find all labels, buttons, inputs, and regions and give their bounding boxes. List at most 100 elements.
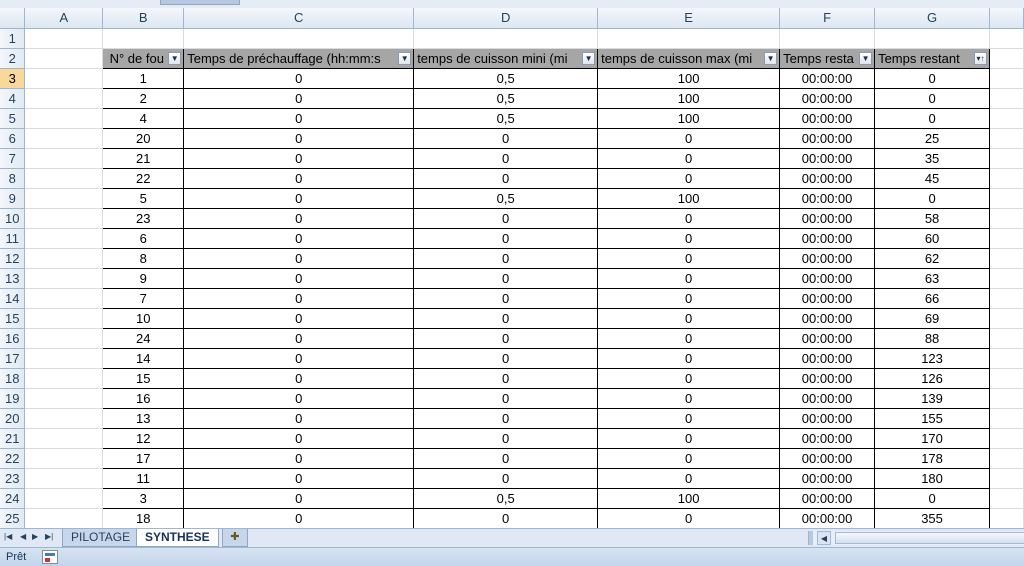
row-header[interactable]: 11	[0, 228, 26, 249]
cell-f[interactable]: 00:00:00	[779, 287, 876, 309]
cell-b[interactable]: 13	[102, 407, 185, 429]
empty-cell[interactable]	[24, 68, 104, 89]
empty-cell[interactable]	[24, 468, 104, 489]
cell-d[interactable]: 0,5	[413, 67, 599, 89]
table-header-cell[interactable]: Temps resta ▼	[779, 47, 876, 69]
cell-f[interactable]: 00:00:00	[779, 267, 876, 289]
cell-d[interactable]: 0	[413, 207, 599, 229]
first-sheet-icon[interactable]: |◀	[4, 532, 12, 541]
cell-c[interactable]: 0	[183, 207, 415, 229]
cell-e[interactable]: 0	[597, 227, 781, 249]
cell-c[interactable]: 0	[183, 227, 415, 249]
empty-cell[interactable]	[24, 368, 104, 389]
cell-e[interactable]: 0	[597, 287, 781, 309]
cell-c[interactable]: 0	[183, 247, 415, 269]
cell-b[interactable]: 16	[102, 387, 185, 409]
cell-c[interactable]: 0	[183, 67, 415, 89]
cell-c[interactable]: 0	[183, 387, 415, 409]
cell-g[interactable]: 69	[874, 307, 991, 329]
cell-e[interactable]: 0	[597, 427, 781, 449]
empty-cell[interactable]	[779, 28, 876, 49]
cell-b[interactable]: 8	[102, 247, 185, 269]
cell-e[interactable]: 0	[597, 247, 781, 269]
cell-b[interactable]: 4	[102, 107, 185, 129]
cell-g[interactable]: 66	[874, 287, 991, 309]
cell-f[interactable]: 00:00:00	[779, 87, 876, 109]
empty-cell[interactable]	[102, 28, 185, 49]
macro-record-icon[interactable]	[42, 550, 58, 564]
empty-cell[interactable]	[24, 328, 104, 349]
cell-b[interactable]: 12	[102, 427, 185, 449]
empty-cell[interactable]	[24, 348, 104, 369]
cell-g[interactable]: 180	[874, 467, 991, 489]
cell-f[interactable]: 00:00:00	[779, 387, 876, 409]
cell-f[interactable]: 00:00:00	[779, 67, 876, 89]
empty-cell[interactable]	[989, 308, 1024, 329]
empty-cell[interactable]	[874, 28, 991, 49]
empty-cell[interactable]	[989, 48, 1024, 69]
cell-g[interactable]: 63	[874, 267, 991, 289]
cell-g[interactable]: 0	[874, 67, 991, 89]
cell-d[interactable]: 0	[413, 347, 599, 369]
table-header-cell[interactable]: Temps de préchauffage (hh:mm:s ▼	[183, 47, 415, 69]
column-header-e[interactable]: E	[597, 8, 781, 29]
empty-cell[interactable]	[24, 268, 104, 289]
cell-b[interactable]: 11	[102, 467, 185, 489]
column-header-g[interactable]: G	[874, 8, 991, 29]
cell-f[interactable]: 00:00:00	[779, 227, 876, 249]
row-header[interactable]: 13	[0, 268, 26, 289]
empty-cell[interactable]	[24, 208, 104, 229]
cell-c[interactable]: 0	[183, 127, 415, 149]
empty-cell[interactable]	[24, 408, 104, 429]
empty-cell[interactable]	[989, 508, 1024, 528]
empty-cell[interactable]	[24, 488, 104, 509]
row-header[interactable]: 12	[0, 248, 26, 269]
row-header[interactable]: 18	[0, 368, 26, 389]
filter-dropdown-icon[interactable]: ▼	[398, 51, 412, 65]
cell-f[interactable]: 00:00:00	[779, 207, 876, 229]
cell-d[interactable]: 0	[413, 467, 599, 489]
cell-d[interactable]: 0	[413, 307, 599, 329]
row-header[interactable]: 20	[0, 408, 26, 429]
empty-cell[interactable]	[989, 188, 1024, 209]
spreadsheet-grid[interactable]: A B C D E F G 1 2 N° de fou ▼ Temps de préchauffage…	[0, 8, 1024, 528]
cell-g[interactable]: 60	[874, 227, 991, 249]
empty-cell[interactable]	[413, 28, 599, 49]
cell-c[interactable]: 0	[183, 487, 415, 509]
cell-f[interactable]: 00:00:00	[779, 127, 876, 149]
cell-e[interactable]: 0	[597, 367, 781, 389]
row-header[interactable]: 3	[0, 68, 26, 89]
row-header[interactable]: 7	[0, 148, 26, 169]
cell-g[interactable]: 0	[874, 107, 991, 129]
cell-e[interactable]: 0	[597, 467, 781, 489]
empty-cell[interactable]	[989, 168, 1024, 189]
cell-e[interactable]: 0	[597, 307, 781, 329]
cell-e[interactable]: 100	[597, 67, 781, 89]
empty-cell[interactable]	[24, 388, 104, 409]
empty-cell[interactable]	[597, 28, 781, 49]
sheet-tab-synthese[interactable]: SYNTHESE	[136, 529, 219, 547]
row-header[interactable]: 8	[0, 168, 26, 189]
cell-d[interactable]: 0	[413, 447, 599, 469]
cell-c[interactable]: 0	[183, 87, 415, 109]
cell-g[interactable]: 139	[874, 387, 991, 409]
cell-g[interactable]: 45	[874, 167, 991, 189]
row-header[interactable]: 21	[0, 428, 26, 449]
empty-cell[interactable]	[989, 288, 1024, 309]
cell-d[interactable]: 0	[413, 407, 599, 429]
cell-g[interactable]: 170	[874, 427, 991, 449]
cell-f[interactable]: 00:00:00	[779, 307, 876, 329]
row-header[interactable]: 16	[0, 328, 26, 349]
cell-d[interactable]: 0	[413, 327, 599, 349]
empty-cell[interactable]	[989, 68, 1024, 89]
cell-d[interactable]: 0,5	[413, 107, 599, 129]
cell-b[interactable]: 21	[102, 147, 185, 169]
column-header-a[interactable]: A	[24, 8, 104, 29]
empty-cell[interactable]	[24, 128, 104, 149]
cell-b[interactable]: 14	[102, 347, 185, 369]
empty-cell[interactable]	[24, 288, 104, 309]
cell-d[interactable]: 0	[413, 507, 599, 528]
cell-e[interactable]: 100	[597, 87, 781, 109]
empty-cell[interactable]	[24, 508, 104, 528]
empty-cell[interactable]	[24, 248, 104, 269]
